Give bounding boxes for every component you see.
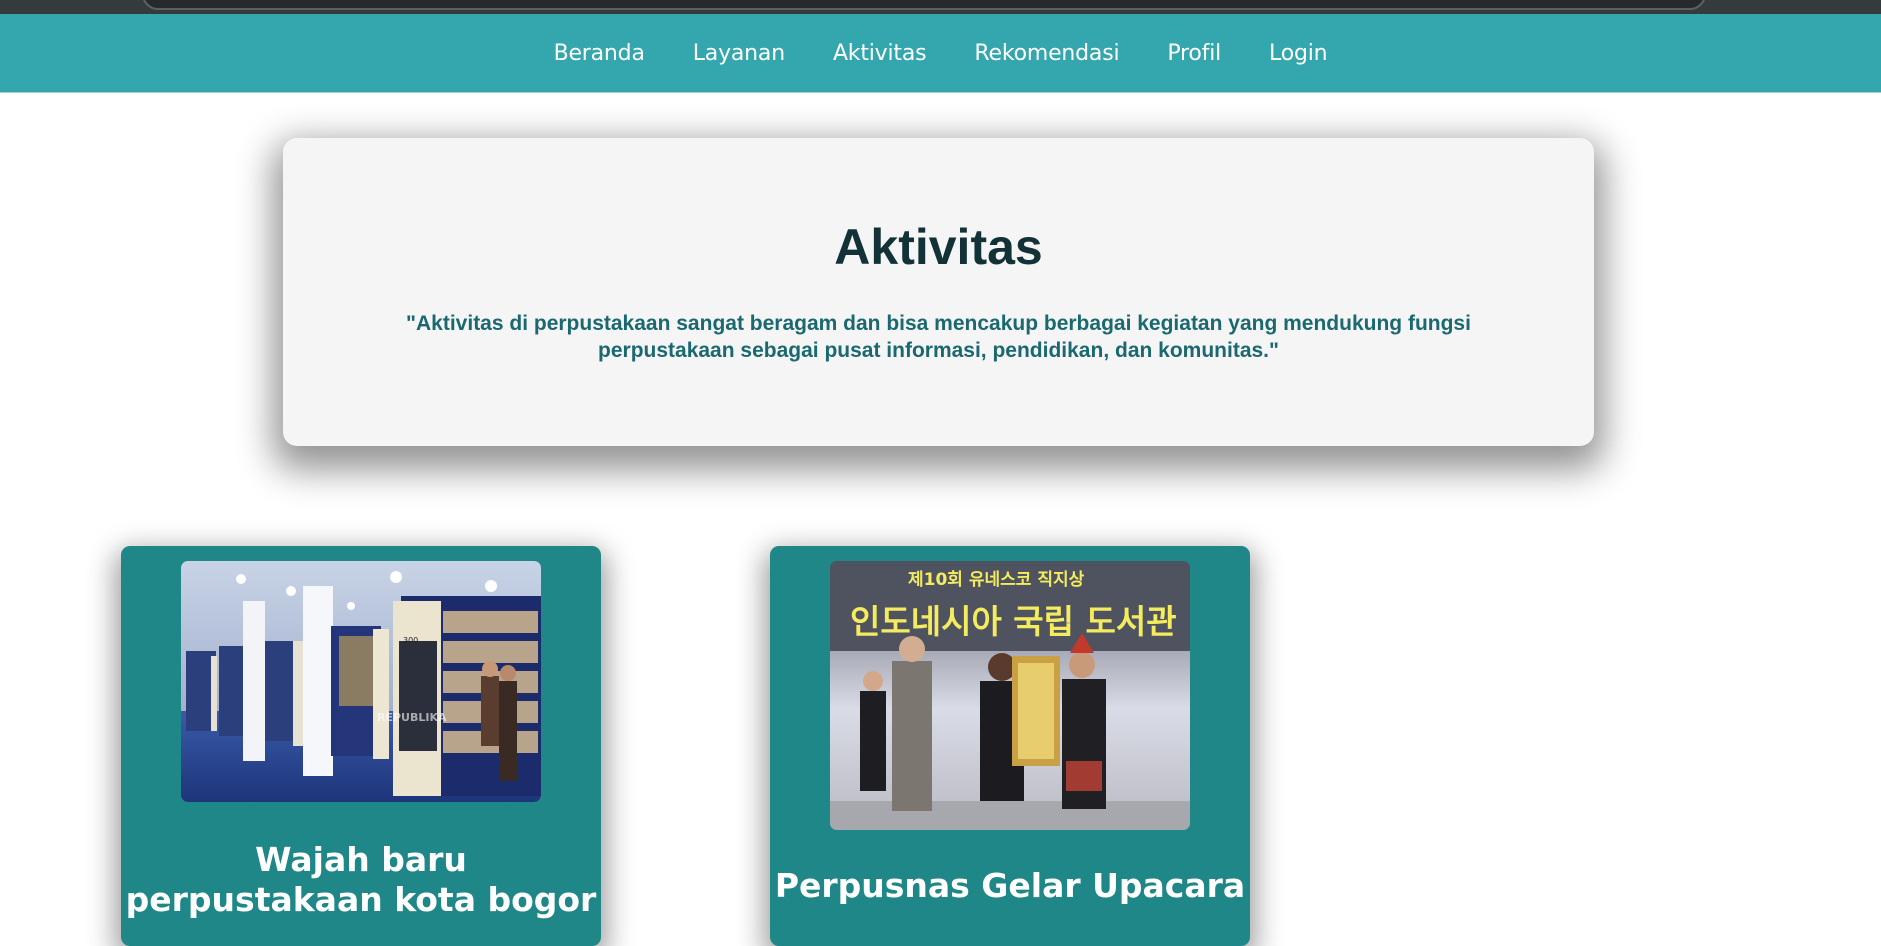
card-title[interactable]: Wajah baru perpustakaan kota bogor [121,840,601,920]
activity-card-ceremony[interactable]: 제10회 유네스코 직지상 인도네시아 국립 도서관 Perpusnas Gel… [770,546,1250,946]
nav-item-rekomendasi[interactable]: Rekomendasi [974,41,1119,66]
nav-item-profil[interactable]: Profil [1167,41,1221,66]
banner-line-1: 제10회 유네스코 직지상 [908,570,1085,590]
card-title[interactable]: Perpusnas Gelar Upacara [770,866,1250,906]
browser-chrome-strip [0,0,1881,14]
library-shelves-photo[interactable]: 300 REPUBLIKA [181,561,541,802]
svg-text:300: 300 [403,636,418,645]
nav-list: Beranda Layanan Aktivitas Rekomendasi Pr… [0,14,1881,92]
top-navbar: Beranda Layanan Aktivitas Rekomendasi Pr… [0,14,1881,93]
nav-item-aktivitas[interactable]: Aktivitas [833,41,927,66]
banner-line-2: 인도네시아 국립 도서관 [850,602,1177,641]
hero-card: Aktivitas "Aktivitas di perpustakaan san… [283,138,1594,446]
nav-item-beranda[interactable]: Beranda [554,41,645,66]
nav-item-login[interactable]: Login [1269,41,1328,66]
nav-item-layanan[interactable]: Layanan [693,41,785,66]
page-title: Aktivitas [834,219,1043,275]
activity-card-library[interactable]: 300 REPUBLIKA Wajah baru perpustakaan ko… [121,546,601,946]
award-ceremony-photo[interactable]: 제10회 유네스코 직지상 인도네시아 국립 도서관 [830,561,1190,830]
browser-address-bar[interactable] [142,0,1706,10]
hero-quote: "Aktivitas di perpustakaan sangat beraga… [406,312,1471,362]
photo-watermark: REPUBLIKA [377,711,447,724]
